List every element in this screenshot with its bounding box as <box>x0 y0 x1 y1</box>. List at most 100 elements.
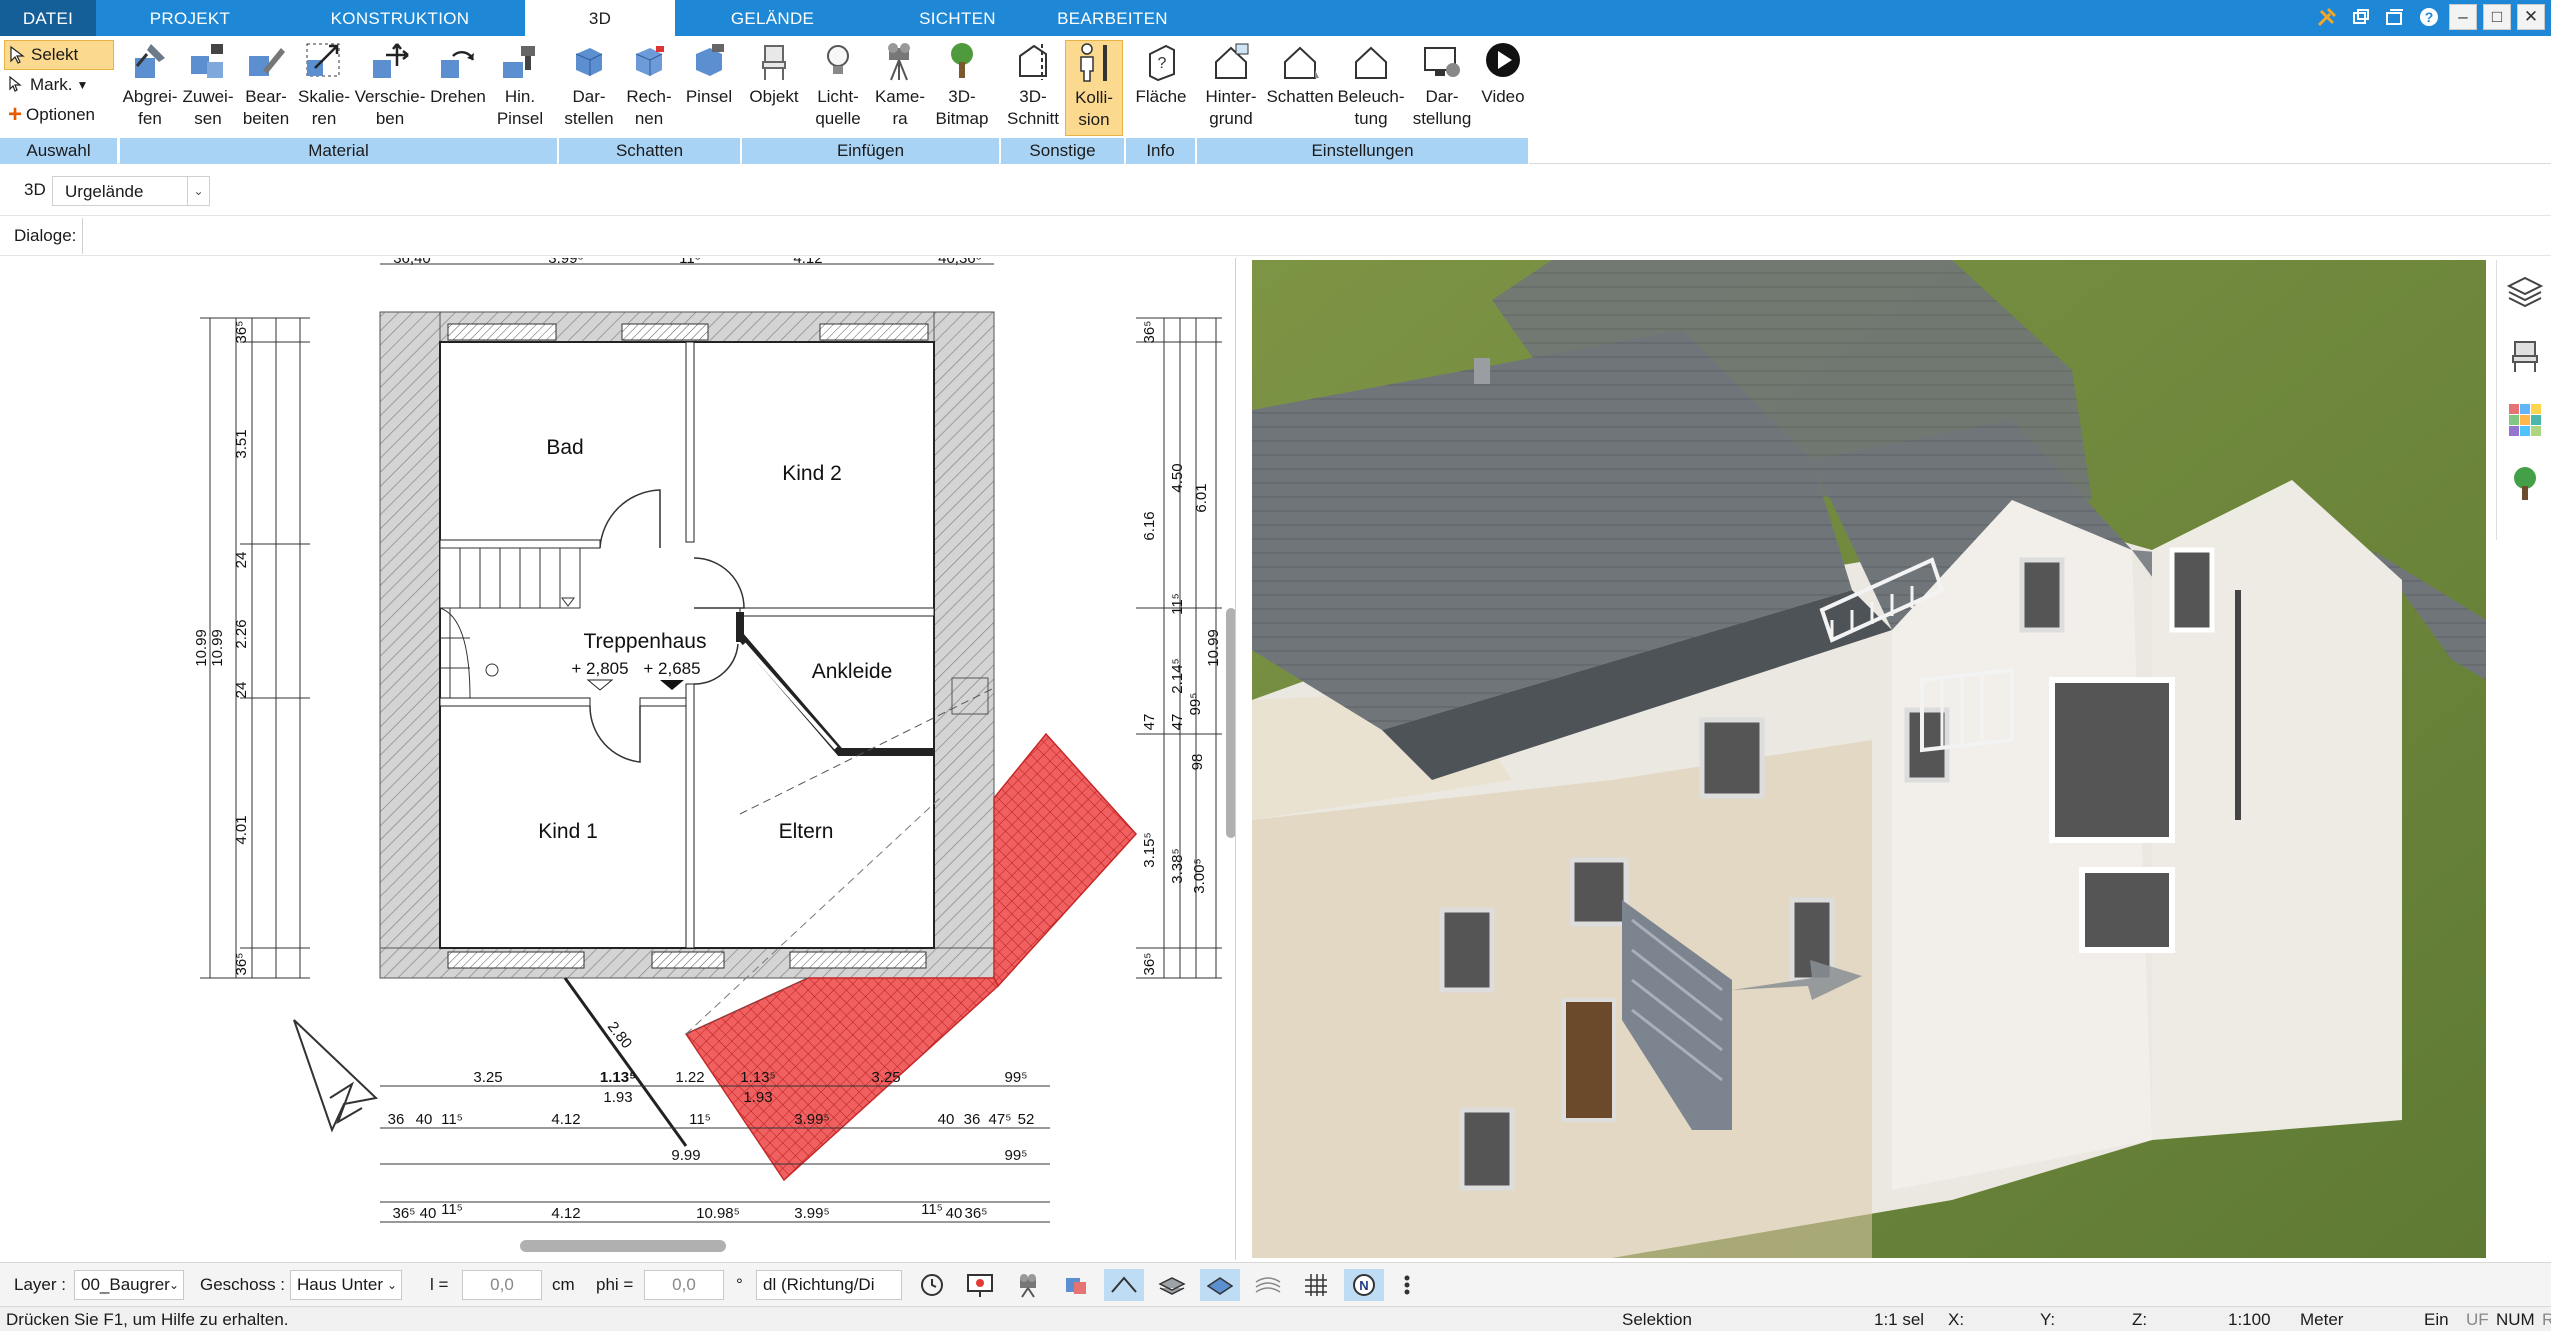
hinpinsel-button[interactable]: Hin. Pinsel <box>490 40 550 136</box>
darstellen-button[interactable]: Dar- stellen <box>559 40 619 136</box>
shadow-calc-icon <box>635 46 664 76</box>
layer-select[interactable]: 00_Baugrer ⌄ <box>74 1270 184 1300</box>
verschieben-button[interactable]: Verschie- ben <box>354 40 426 136</box>
3d-render-canvas[interactable] <box>1252 260 2486 1258</box>
schatten-settings-label: Schatten <box>1266 87 1334 106</box>
window <box>1699 717 1765 799</box>
tools-icon[interactable] <box>2313 4 2341 30</box>
group-material: Abgrei- fen Zuwei- sen Bear- beiten Skal… <box>120 36 558 164</box>
flaeche-button[interactable]: ? Fläche <box>1130 40 1192 136</box>
help-icon[interactable]: ? <box>2415 4 2443 30</box>
3d-view[interactable] <box>1252 260 2486 1258</box>
objekt-button[interactable]: Objekt <box>744 40 804 136</box>
window <box>447 951 585 969</box>
kollision-button[interactable]: Kolli- sion <box>1065 40 1123 136</box>
maximize-button[interactable]: □ <box>2483 4 2511 30</box>
ribbon-tab-bar: DATEI PROJEKT KONSTRUKTION 3D GELÄNDE SI… <box>0 0 2551 37</box>
lichtquelle-button[interactable]: Licht- quelle <box>806 40 870 136</box>
mode-indicator: Selektion <box>1622 1310 1692 1329</box>
kamera-button[interactable]: Kame- ra <box>872 40 928 136</box>
dim-label: 10.98⁵ <box>696 1205 740 1222</box>
rechnen-button[interactable]: Rech- nen <box>621 40 677 136</box>
grid-icon[interactable] <box>1296 1269 1336 1301</box>
floor-view-icon[interactable] <box>1200 1269 1240 1301</box>
length-input[interactable]: 0,0 <box>462 1270 542 1300</box>
schnitt3d-button[interactable]: 3D- Schnitt <box>1003 40 1063 136</box>
minimize-button[interactable]: – <box>2449 4 2477 30</box>
plus-icon: + <box>8 101 23 128</box>
bitmap3d-button[interactable]: 3D- Bitmap <box>930 40 994 136</box>
hintergrund-button[interactable]: Hinter- grund <box>1197 40 1265 136</box>
floor-plan-view[interactable]: Bad Kind 2 Treppenhaus Ankleide Kind 1 E… <box>0 258 1236 1260</box>
dim-label: 36⁵ <box>965 1205 988 1222</box>
presentation-icon[interactable] <box>960 1269 1000 1301</box>
plants-icon[interactable] <box>2497 452 2551 516</box>
help-hint: Drücken Sie F1, um Hilfe zu erhalten. <box>6 1310 289 1329</box>
terrain-select[interactable]: Urgelände ⌄ <box>52 176 210 206</box>
beleuchtung-button[interactable]: Beleuch- tung <box>1335 40 1407 136</box>
dim-label: 1.13⁵ <box>740 1069 775 1086</box>
diagonal-wall <box>563 977 688 1147</box>
pipette-icon <box>135 44 165 78</box>
geschoss-select[interactable]: Haus Unter ⌄ <box>290 1270 402 1300</box>
tab-konstruktion[interactable]: KONSTRUKTION <box>310 0 490 36</box>
window-restore-icon[interactable] <box>2347 4 2375 30</box>
dim-label: 4.12 <box>551 1205 580 1222</box>
camera-icon[interactable] <box>1008 1269 1048 1301</box>
phi-input-value: 0,0 <box>672 1275 696 1294</box>
tab-datei[interactable]: DATEI <box>0 0 96 36</box>
furniture-catalog-icon[interactable] <box>2497 324 2551 388</box>
skalieren-button[interactable]: Skalie- ren <box>296 40 352 136</box>
tab-bearbeiten[interactable]: BEARBEITEN <box>1040 0 1185 36</box>
dim-label: 4.12 <box>551 1111 580 1128</box>
dim-label: 24 <box>233 682 250 699</box>
room-bad: Bad <box>546 436 583 459</box>
schatten-settings-button[interactable]: Schatten <box>1265 40 1335 136</box>
close-button[interactable]: ✕ <box>2517 4 2545 30</box>
dim-label: 9.99 <box>671 1147 700 1164</box>
tab-gelaende[interactable]: GELÄNDE <box>700 0 845 36</box>
selection-scale: 1:1 sel <box>1874 1310 1925 1329</box>
dim-label: 3.38⁵ <box>1169 848 1186 883</box>
r-indicator: R <box>2542 1310 2551 1329</box>
scale-indicator: 1:100 <box>2228 1310 2271 1329</box>
clock-icon[interactable] <box>912 1269 952 1301</box>
pinsel-button[interactable]: Pinsel <box>679 40 739 136</box>
edit-material-icon <box>249 48 285 76</box>
north-toggle-icon[interactable]: N <box>1344 1269 1384 1301</box>
horizontal-scrollbar[interactable] <box>520 1240 726 1252</box>
zuweisen-button[interactable]: Zuwei- sen <box>180 40 236 136</box>
chimney <box>951 677 989 715</box>
object-view-icon[interactable] <box>1056 1269 1096 1301</box>
flaeche-label: Fläche <box>1135 87 1187 106</box>
unit-indicator: Meter <box>2300 1310 2344 1329</box>
drehen-button[interactable]: Drehen <box>428 40 488 136</box>
material-palette-icon[interactable] <box>2497 388 2551 452</box>
wall-view-icon[interactable] <box>1152 1269 1192 1301</box>
video-button[interactable]: Video <box>1477 40 1529 136</box>
window <box>651 951 725 969</box>
tab-projekt[interactable]: PROJEKT <box>120 0 260 36</box>
phi-input[interactable]: 0,0 <box>644 1270 724 1300</box>
group-einstellungen: Hinter- grund Schatten Beleuch- tung Dar… <box>1197 36 1529 164</box>
window-cascade-icon[interactable] <box>2381 4 2409 30</box>
more-options-icon[interactable] <box>1392 1269 1422 1301</box>
tab-sichten[interactable]: SICHTEN <box>880 0 1035 36</box>
tab-3d[interactable]: 3D <box>525 0 675 37</box>
floor-plan-canvas[interactable]: Bad Kind 2 Treppenhaus Ankleide Kind 1 E… <box>0 258 1236 1260</box>
terrain-view-icon[interactable] <box>1248 1269 1288 1301</box>
selekt-button[interactable]: Selekt <box>4 40 114 70</box>
view-mode-label: 3D <box>24 180 46 199</box>
roof-view-icon[interactable] <box>1104 1269 1144 1301</box>
camera-icon <box>888 43 910 81</box>
group-label-sonstige: Sonstige <box>1001 138 1125 164</box>
darstellung-button[interactable]: Dar- stellung <box>1407 40 1477 136</box>
optionen-button[interactable]: + Optionen <box>4 100 114 130</box>
abgreifen-button[interactable]: Abgrei- fen <box>122 40 178 136</box>
mark-button[interactable]: Mark. ▼ <box>4 70 114 100</box>
layers-icon[interactable] <box>2497 260 2551 324</box>
dim-label: 36 <box>964 1111 981 1128</box>
direction-select[interactable]: dl (Richtung/Di <box>756 1270 902 1300</box>
bearbeiten-button[interactable]: Bear- beiten <box>238 40 294 136</box>
vertical-scrollbar[interactable] <box>1226 608 1236 838</box>
